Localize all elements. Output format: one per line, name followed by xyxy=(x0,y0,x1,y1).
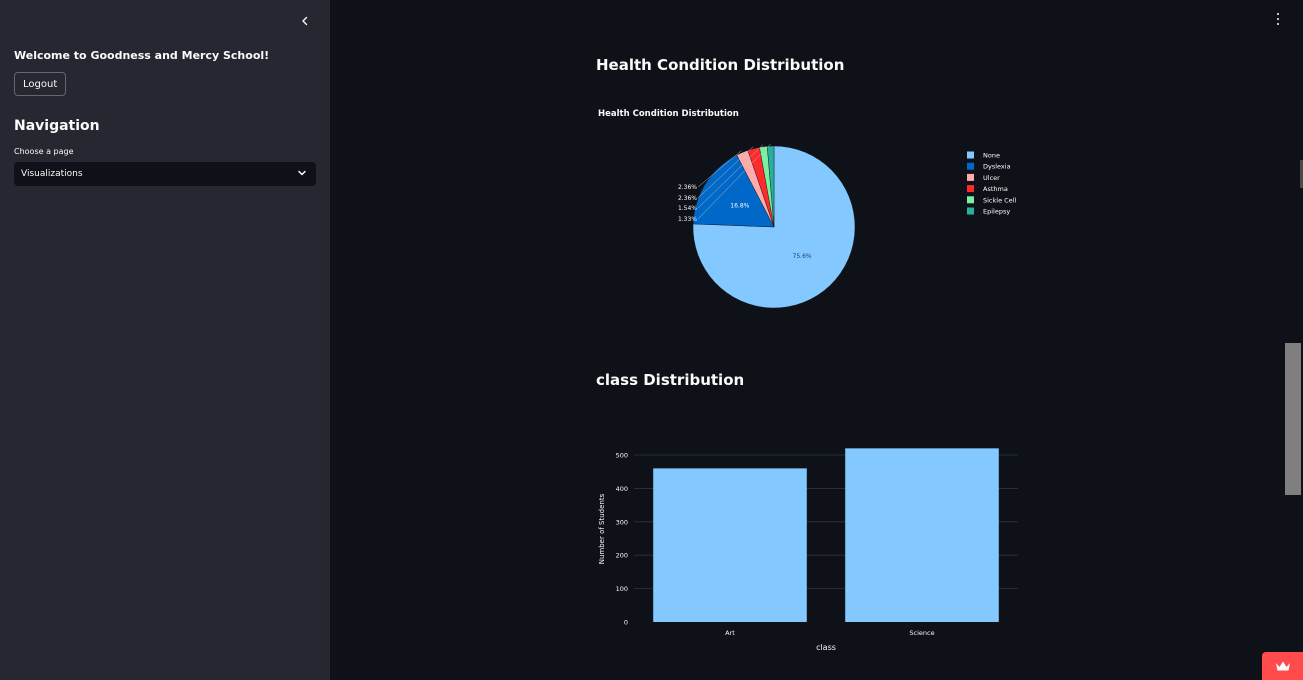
legend-label[interactable]: None xyxy=(983,152,1000,160)
menu-dot-icon xyxy=(1277,18,1279,20)
pie-slice-label: 2.36% xyxy=(678,184,697,191)
y-tick-label: 100 xyxy=(616,585,628,593)
y-tick-label: 500 xyxy=(616,452,628,460)
class-bar-chart: 0 100 200 300 400 500 Art Science class Number … xyxy=(598,448,1018,652)
legend-label[interactable]: Ulcer xyxy=(983,174,1000,182)
crown-icon xyxy=(1275,661,1290,671)
y-axis-label: Number of Students xyxy=(598,493,606,564)
scrollbar-thumb[interactable] xyxy=(1285,343,1301,495)
page-select-value: Visualizations xyxy=(21,169,83,179)
scrollbar[interactable] xyxy=(1284,0,1303,680)
streamlit-badge[interactable] xyxy=(1262,652,1303,680)
legend-swatch xyxy=(967,173,974,181)
legend-swatch xyxy=(967,207,974,215)
health-pie-chart: Health Condition Distribution 75.6% 16.8%… xyxy=(598,109,1016,309)
logout-button[interactable]: Logout xyxy=(14,72,67,96)
x-axis-label: class xyxy=(816,643,836,652)
bar[interactable] xyxy=(653,468,807,622)
y-tick-label: 300 xyxy=(616,518,628,526)
legend-swatch xyxy=(967,196,974,204)
legend-swatch xyxy=(967,151,974,159)
x-tick-label: Art xyxy=(725,629,735,637)
choose-page-label: Choose a page xyxy=(14,147,74,156)
y-tick-label: 400 xyxy=(616,485,628,493)
class-section-title: class Distribution xyxy=(596,371,745,389)
legend-label[interactable]: Sickle Cell xyxy=(983,196,1016,204)
pie-slice-label: 16.8% xyxy=(730,202,749,209)
y-tick-label: 0 xyxy=(624,619,628,627)
legend-swatch xyxy=(967,185,974,193)
legend-label[interactable]: Asthma xyxy=(983,185,1008,193)
bar[interactable] xyxy=(845,448,999,622)
welcome-text: Welcome to Goodness and Mercy School! xyxy=(14,49,270,62)
x-tick-label: Science xyxy=(909,629,934,637)
pie-chart-title: Health Condition Distribution xyxy=(598,109,739,119)
pie-slice-label: 1.33% xyxy=(678,216,697,223)
menu-dot-icon xyxy=(1277,13,1279,15)
pie-slice-label: 2.36% xyxy=(678,195,697,202)
navigation-title: Navigation xyxy=(14,118,100,134)
menu-dot-icon xyxy=(1277,23,1279,25)
health-section-title: Health Condition Distribution xyxy=(596,56,845,74)
legend-label[interactable]: Epilepsy xyxy=(983,208,1010,216)
legend-label[interactable]: Dyslexia xyxy=(983,163,1011,171)
pie-slice-label: 75.6% xyxy=(793,253,812,260)
legend-swatch xyxy=(967,162,974,170)
y-tick-label: 200 xyxy=(616,552,628,560)
pie-slice-label: 1.54% xyxy=(678,205,697,212)
chevron-down-icon xyxy=(298,170,306,176)
sidebar: Welcome to Goodness and Mercy School! Lo… xyxy=(0,0,330,680)
main-menu-button[interactable] xyxy=(1272,12,1284,26)
chevron-left-icon xyxy=(302,16,308,26)
page-select[interactable]: Visualizations xyxy=(14,162,316,186)
collapse-sidebar-button[interactable] xyxy=(296,12,314,30)
